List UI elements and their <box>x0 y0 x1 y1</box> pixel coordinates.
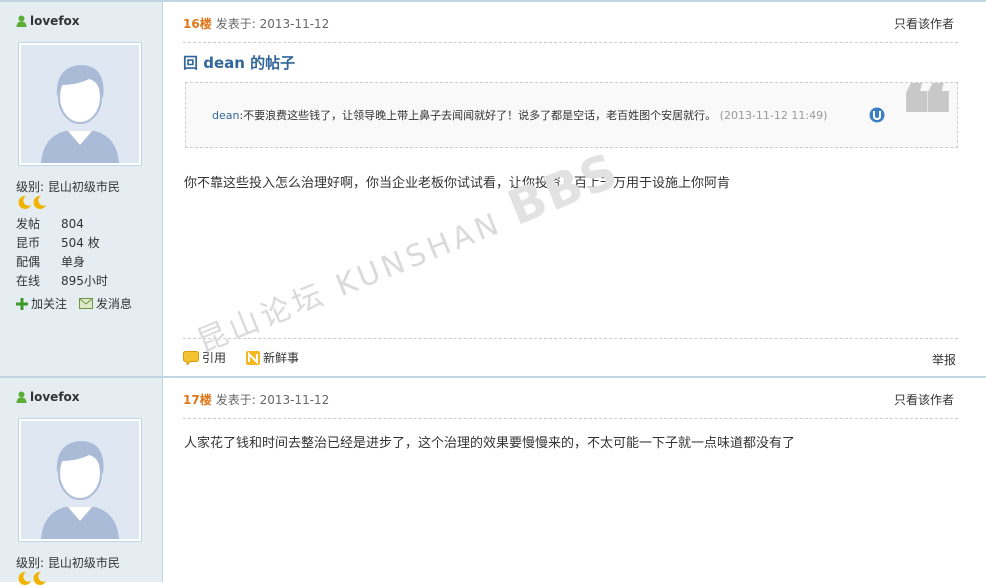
message-label: 发消息 <box>96 297 133 311</box>
user-sidebar: lovefox 级别: 昆山初级市民 <box>0 376 163 585</box>
default-avatar-icon <box>21 45 139 163</box>
quote-author[interactable]: dean <box>212 109 239 122</box>
post-title: 回 dean 的帖子 <box>183 54 296 72</box>
user-icon <box>16 15 27 27</box>
stat-value: 804 <box>61 217 84 231</box>
username-link[interactable]: lovefox <box>16 390 80 404</box>
speech-bubble-icon <box>183 350 199 365</box>
post-17: lovefox 级别: 昆山初级市民 17楼 发表于: 2013-11-12 只看… <box>0 376 986 585</box>
quote-mark-icon: ❝ <box>899 82 953 148</box>
stat-key: 在线 <box>16 274 41 288</box>
posted-label: 发表于: <box>215 393 256 407</box>
post-date: 2013-11-12 <box>259 17 330 31</box>
user-level: 级别: 昆山初级市民 <box>16 180 120 194</box>
quote-block: ❝ dean:不要浪费这些钱了，让领导晚上带上鼻子去闻闻就好了！说多了都是空话，… <box>185 82 958 148</box>
user-level: 级别: 昆山初级市民 <box>16 556 120 570</box>
level-moons <box>17 195 47 210</box>
user-sidebar: lovefox 级别: 昆山初级市民 发帖 804 昆币 504 枚 配偶 单身 在线… <box>0 0 163 376</box>
username: lovefox <box>30 390 80 404</box>
divider <box>183 418 958 419</box>
divider <box>183 42 958 43</box>
username: lovefox <box>30 14 80 28</box>
post-body: 人家花了钱和时间去整治已经是进步了，这个治理的效果要慢慢来的，不太可能一下子就一… <box>184 436 796 451</box>
envelope-icon <box>79 298 94 309</box>
stat-value: 895小时 <box>61 274 108 288</box>
quote-text: dean:不要浪费这些钱了，让领导晚上带上鼻子去闻闻就好了！说多了都是空话，老百… <box>212 107 827 123</box>
stat-row: 昆币 504 枚 <box>16 234 108 253</box>
stat-value: 504 枚 <box>61 236 100 250</box>
quote-content: :不要浪费这些钱了，让领导晚上带上鼻子去闻闻就好了！说多了都是空话，老百姓图个安… <box>239 109 717 122</box>
jump-to-quote-icon[interactable] <box>869 107 885 123</box>
post-meta: 17楼 发表于: 2013-11-12 <box>183 391 329 408</box>
moon-icon <box>18 195 31 209</box>
plus-icon <box>16 297 28 310</box>
only-author-link[interactable]: 只看该作者 <box>894 15 954 32</box>
follow-label: 加关注 <box>31 297 68 311</box>
stat-key: 配偶 <box>16 255 41 269</box>
username-link[interactable]: lovefox <box>16 14 80 28</box>
post-meta: 16楼 发表于: 2013-11-12 <box>183 15 329 32</box>
post-body: 你不靠这些投入怎么治理好啊，你当企业老板你试试看，让你投资几百上千万用于设施上你… <box>184 176 731 191</box>
stat-key: 发帖 <box>16 217 41 231</box>
stat-row: 配偶 单身 <box>16 253 108 272</box>
level-moons <box>17 571 47 586</box>
moon-icon <box>33 195 46 209</box>
stat-key: 昆币 <box>16 236 41 250</box>
message-button[interactable]: 发消息 <box>79 295 132 312</box>
quote-time: (2013-11-12 11:49) <box>719 109 828 122</box>
report-link[interactable]: 举报 <box>932 351 956 368</box>
post-date: 2013-11-12 <box>259 393 330 407</box>
news-icon <box>246 350 261 365</box>
share-label: 新鲜事 <box>263 351 300 365</box>
follow-button[interactable]: 加关注 <box>16 295 67 312</box>
user-actions: 加关注 发消息 <box>16 295 132 312</box>
floor-number[interactable]: 17楼 <box>183 393 212 407</box>
share-button[interactable]: 新鲜事 <box>246 349 299 366</box>
post-actions: 引用 新鲜事 <box>183 349 299 366</box>
moon-icon <box>18 571 31 585</box>
user-icon <box>16 391 27 403</box>
post-16: lovefox 级别: 昆山初级市民 发帖 804 昆币 504 枚 配偶 单身 在线… <box>0 0 986 376</box>
floor-number[interactable]: 16楼 <box>183 17 212 31</box>
stat-value: 单身 <box>61 255 86 269</box>
divider <box>183 338 958 339</box>
avatar[interactable] <box>18 418 142 542</box>
only-author-link[interactable]: 只看该作者 <box>894 391 954 408</box>
user-stats: 发帖 804 昆币 504 枚 配偶 单身 在线 895小时 <box>16 215 108 291</box>
default-avatar-icon <box>21 421 139 539</box>
post-content: 17楼 发表于: 2013-11-12 只看该作者 人家花了钱和时间去整治已经是进… <box>163 376 986 582</box>
stat-row: 发帖 804 <box>16 215 108 234</box>
moon-icon <box>33 571 46 585</box>
avatar[interactable] <box>18 42 142 166</box>
posted-label: 发表于: <box>215 17 256 31</box>
stat-row: 在线 895小时 <box>16 272 108 291</box>
